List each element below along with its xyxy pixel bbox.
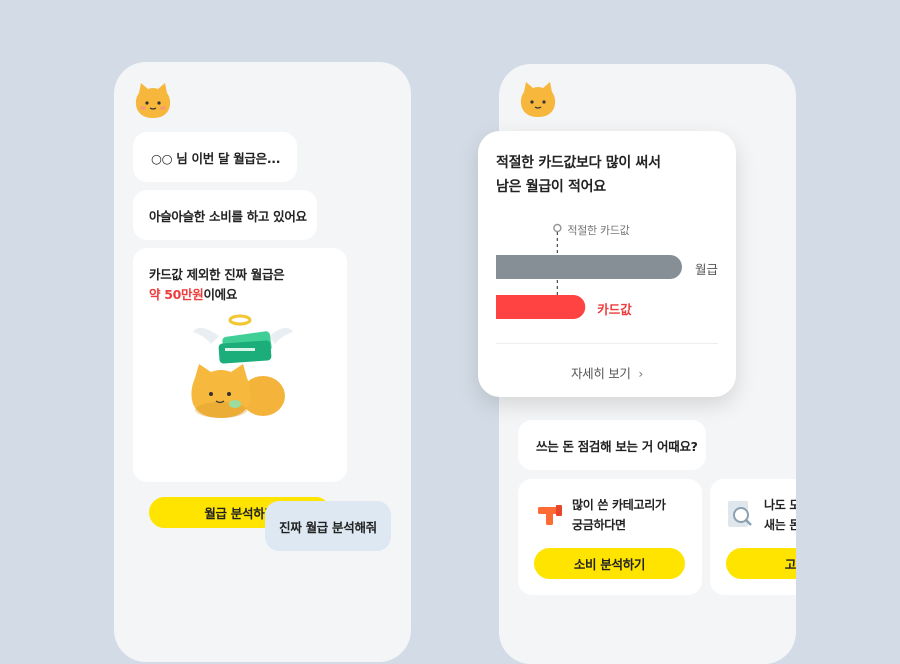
left-phone-screen: ○○ 님 이번 달 월급은... 아슬아슬한 소비를 하고 있어요 카드값 제외… — [114, 62, 411, 662]
option1-text: 많이 쓴 카테고리가 궁금하다면 — [572, 495, 666, 535]
option2-line1: 나도 모 — [764, 498, 796, 512]
view-details-link[interactable]: 자세히 보기 › — [478, 363, 736, 382]
card-bar-left-square — [496, 295, 508, 319]
appropriate-marker-dot — [553, 223, 562, 233]
fixed-cost-button[interactable]: 고정비 — [726, 548, 796, 579]
card-title-line2: 남은 월급이 적어요 — [496, 179, 606, 195]
question-text: 쓰는 돈 점검해 보는 거 어때요? — [536, 438, 698, 454]
magnifier-receipt-icon — [728, 501, 752, 527]
card-title: 적절한 카드값보다 많이 써서 남은 월급이 적어요 — [496, 151, 661, 199]
result-line1: 카드값 제외한 진짜 월급은 — [149, 267, 285, 282]
option1-line2: 궁금하다면 — [572, 518, 626, 532]
option2-text: 나도 모 새는 돈 — [764, 495, 796, 535]
view-details-label: 자세히 보기 — [570, 366, 631, 381]
card-bar-label: 카드값 — [597, 302, 632, 317]
chevron-right-icon: › — [638, 366, 644, 381]
status-bubble: 아슬아슬한 소비를 하고 있어요 — [133, 190, 317, 240]
result-suffix: 이에요 — [203, 287, 238, 302]
user-reply-bubble: 진짜 월급 분석해줘 — [265, 501, 391, 551]
card-divider — [496, 343, 718, 344]
salary-bar-label: 월급 — [695, 262, 719, 277]
card-title-line1: 적절한 카드값보다 많이 써서 — [496, 155, 661, 171]
option2-line2: 새는 돈 — [764, 518, 796, 532]
option1-line1: 많이 쓴 카테고리가 — [572, 498, 666, 512]
cat-avatar-icon — [520, 82, 556, 117]
user-reply-text: 진짜 월급 분석해줘 — [279, 519, 377, 535]
appropriate-card-label: 적절한 카드값 — [567, 224, 630, 237]
spray-gun-icon — [538, 505, 562, 525]
greeting-text: ○○ 님 이번 달 월급은... — [151, 150, 281, 166]
greeting-bubble: ○○ 님 이번 달 월급은... — [133, 132, 297, 182]
status-text: 아슬아슬한 소비를 하고 있어요 — [149, 208, 307, 224]
option-card-spending: 많이 쓴 카테고리가 궁금하다면 소비 분석하기 — [518, 479, 702, 595]
cat-avatar-icon — [135, 83, 171, 118]
result-amount: 약 50만원 — [149, 287, 204, 302]
card-bar — [496, 295, 586, 319]
spending-analysis-label: 소비 분석하기 — [573, 557, 646, 572]
result-bubble: 카드값 제외한 진짜 월급은 약 50만원이에요 월급 분석하기 — [133, 248, 347, 528]
salary-bar — [496, 255, 682, 279]
angel-cat-illustration — [191, 314, 293, 418]
question-bubble: 쓰는 돈 점검해 보는 거 어때요? — [518, 420, 706, 470]
option-card-fixed: 나도 모 새는 돈 고정비 — [710, 479, 796, 595]
result-text: 카드값 제외한 진짜 월급은 약 50만원이에요 — [149, 265, 285, 305]
salary-summary-card: 적절한 카드값보다 많이 써서 남은 월급이 적어요 적절한 카드값 월급 카드… — [478, 131, 736, 397]
salary-bar-left-square — [496, 255, 508, 279]
spending-analysis-button[interactable]: 소비 분석하기 — [534, 548, 685, 579]
fixed-cost-label: 고정비 — [784, 557, 796, 572]
